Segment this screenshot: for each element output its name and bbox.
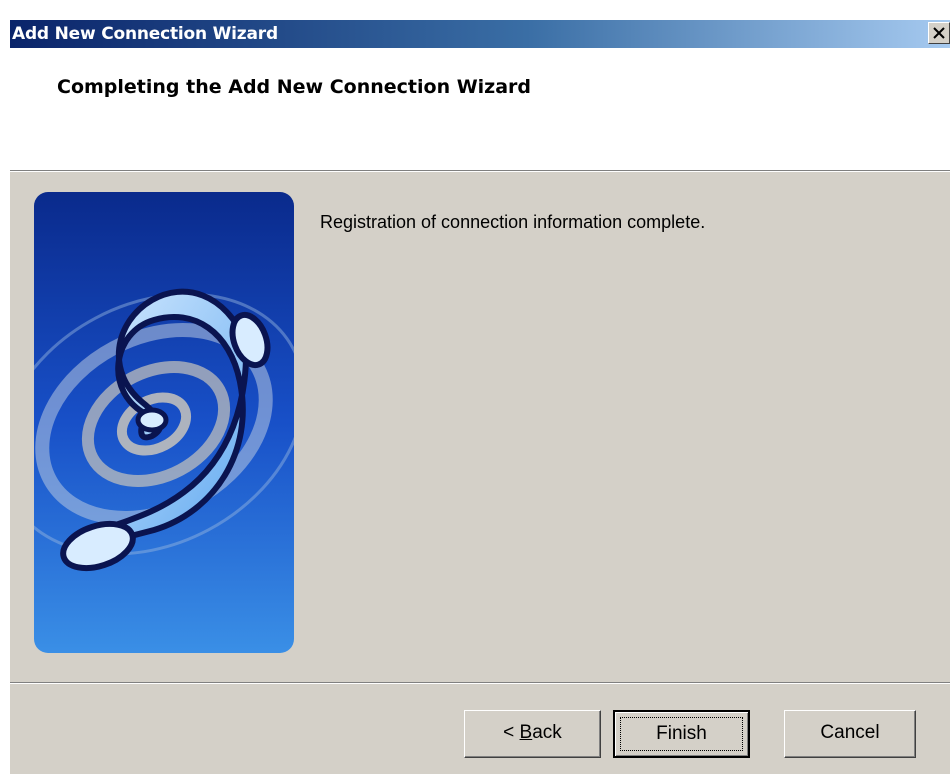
finish-button[interactable]: Finish — [613, 710, 750, 758]
completion-message: Registration of connection information c… — [320, 212, 706, 232]
footer-divider — [10, 682, 950, 684]
back-button-prefix: < — [503, 722, 520, 743]
back-button-mnemonic: B — [519, 722, 533, 743]
wizard-header: Completing the Add New Connection Wizard — [10, 48, 950, 170]
close-button[interactable] — [928, 22, 950, 44]
telephone-handset-icon — [34, 192, 294, 653]
back-button[interactable]: < Back — [464, 710, 601, 758]
title-bar[interactable]: Add New Connection Wizard — [10, 20, 950, 48]
window-title: Add New Connection Wizard — [12, 24, 278, 44]
header-divider — [10, 170, 950, 172]
back-button-label: ack — [532, 722, 562, 743]
page-title: Completing the Add New Connection Wizard — [57, 76, 532, 98]
cancel-button[interactable]: Cancel — [784, 710, 916, 758]
finish-focus-rect: Finish — [620, 717, 743, 751]
cancel-button-label: Cancel — [820, 722, 880, 743]
finish-button-label: Finish — [656, 723, 707, 744]
wizard-illustration — [34, 192, 294, 653]
close-icon — [933, 27, 945, 39]
wizard-window: Add New Connection Wizard Completing the… — [10, 20, 950, 774]
